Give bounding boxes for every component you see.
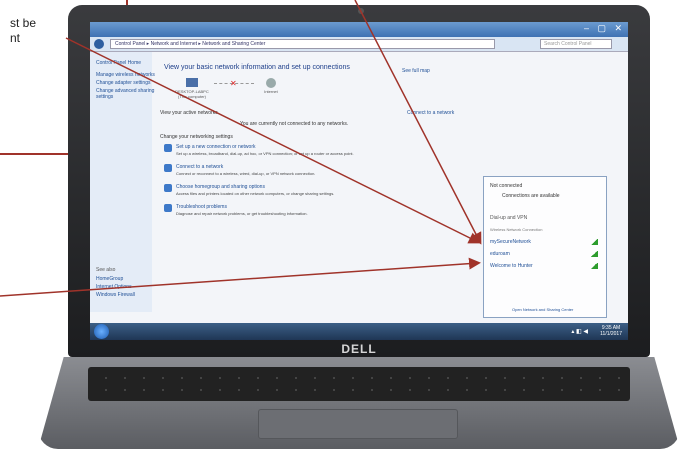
tray-icons[interactable]: ▴ ◧ ◀ [571,328,588,335]
network-flyout: Not connected Connections are available … [483,176,607,318]
open-sharing-center-link[interactable]: Open Network and Sharing Center [512,307,573,312]
change-settings-label: Change your networking settings [160,134,233,140]
computer-sub: (This computer) [177,94,206,99]
internet-label: Internet [264,89,278,94]
left-pane-link[interactable]: settings [96,94,113,100]
dialup-vpn-section: Dial-up and VPN [490,215,528,221]
page-title: View your basic network information and … [164,64,350,71]
task-title[interactable]: Set up a new connection or network [176,144,256,150]
left-pane-link[interactable]: Control Panel Home [96,60,141,66]
connections-available: Connections are available [502,193,560,199]
left-pane-link[interactable]: Change adapter settings [96,80,150,86]
signal-icon [590,239,598,245]
search-input[interactable]: Search Control Panel [540,39,612,49]
internet-node: Internet [256,78,286,94]
task-desc: Connect or reconnect to a wireless, wire… [176,171,316,176]
start-button[interactable] [94,324,109,339]
connection-status: Not connected [490,183,523,189]
clock[interactable]: 9:35 AM 11/1/2017 [600,325,622,337]
task-title[interactable]: Connect to a network [176,164,223,170]
laptop-base [38,357,680,449]
connect-icon [164,164,172,172]
touchpad [258,409,458,439]
main-content: View your basic network information and … [152,52,470,312]
globe-icon [266,78,276,88]
address-path[interactable]: Control Panel ▸ Network and Internet ▸ N… [110,39,495,49]
active-networks-label: View your active networks [160,110,218,116]
see-also-link[interactable]: HomeGroup [96,276,123,282]
not-connected-message: You are currently not connected to any n… [240,121,349,127]
taskbar: ▴ ◧ ◀ 9:35 AM 11/1/2017 [90,323,628,340]
network-item[interactable]: eduroam [490,251,510,257]
see-also-label: See also [96,267,116,273]
computer-node: DESKTOP-LABPC (This computer) [172,78,212,99]
wireless-header: Wireless Network Connection [490,227,543,232]
see-also-link[interactable]: Windows Firewall [96,292,135,298]
window-titlebar: – ▢ ✕ [90,22,628,37]
signal-icon [590,263,598,269]
homegroup-icon [164,184,172,192]
connect-to-network-link[interactable]: Connect to a network [407,110,454,116]
back-icon[interactable] [94,39,104,49]
webcam [358,8,364,14]
laptop-lid: – ▢ ✕ Control Panel ▸ Network and Intern… [68,5,650,357]
network-item[interactable]: mySecureNetwork [490,239,531,245]
see-also-link[interactable]: Internet Options [96,284,132,290]
network-item[interactable]: Welcome to Hunter [490,263,533,269]
clock-date: 11/1/2017 [600,331,622,337]
disconnected-icon: ✕ [230,79,237,88]
address-bar: Control Panel ▸ Network and Internet ▸ N… [90,37,628,52]
task-title[interactable]: Choose homegroup and sharing options [176,184,265,190]
left-pane: Control Panel Home Manage wireless netwo… [90,52,155,312]
window-controls[interactable]: – ▢ ✕ [584,23,625,34]
troubleshoot-icon [164,204,172,212]
left-pane-link[interactable]: Manage wireless networks [96,72,155,78]
keyboard [88,367,630,401]
task-desc: Diagnose and repair network problems, or… [176,211,308,216]
task-title[interactable]: Troubleshoot problems [176,204,227,210]
computer-icon [186,78,198,87]
see-full-map-link[interactable]: See full map [402,68,430,74]
new-connection-icon [164,144,172,152]
dell-logo: DELL [341,342,377,356]
screen: – ▢ ✕ Control Panel ▸ Network and Intern… [90,22,628,340]
task-desc: Set up a wireless, broadband, dial-up, a… [176,151,354,156]
signal-icon [590,251,598,257]
laptop: – ▢ ✕ Control Panel ▸ Network and Intern… [38,5,680,453]
task-desc: Access files and printers located on oth… [176,191,335,196]
